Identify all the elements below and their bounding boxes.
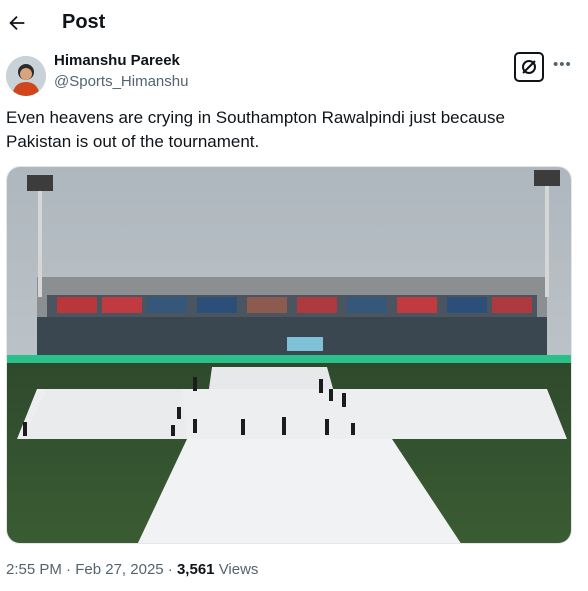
avatar[interactable]: [6, 56, 46, 96]
post-meta: 2:55 PM · Feb 27, 2025 · 3,561 Views: [6, 561, 259, 578]
author-name[interactable]: Himanshu Pareek: [54, 52, 180, 69]
more-icon[interactable]: •••: [553, 56, 572, 73]
top-bar: Post: [0, 0, 588, 48]
views-count: 3,561: [176, 561, 215, 578]
post-text: Even heavens are crying in Southampton R…: [6, 108, 505, 151]
author-handle[interactable]: @Sports_Himanshu: [54, 73, 188, 90]
arrow-left-icon[interactable]: [6, 12, 28, 34]
post-image[interactable]: [6, 166, 572, 544]
post-date[interactable]: Feb 27, 2025: [75, 561, 163, 578]
views-label: Views: [218, 561, 259, 578]
post-time[interactable]: 2:55 PM: [6, 561, 62, 578]
grok-icon[interactable]: [514, 52, 544, 82]
page-title: Post: [62, 11, 106, 33]
